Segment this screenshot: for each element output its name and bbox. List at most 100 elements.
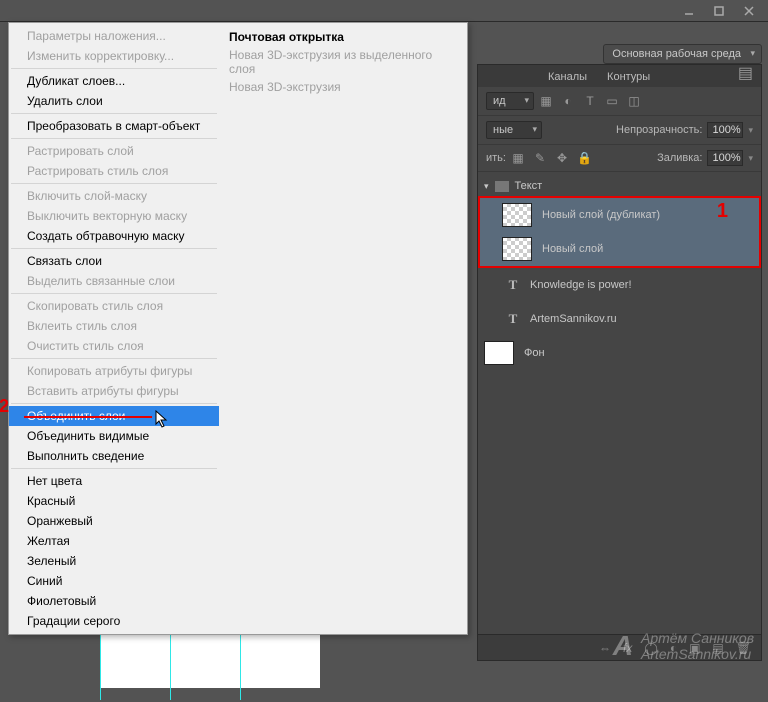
- layer-thumbnail: [502, 237, 532, 261]
- chevron-down-icon[interactable]: ▾: [748, 125, 753, 136]
- layer-name: ArtemSannikov.ru: [530, 313, 617, 325]
- panel-menu-icon[interactable]: ▤: [730, 59, 761, 87]
- context-menu-submenu: Почтовая открытка Новая 3D-экструзия из …: [219, 23, 467, 634]
- filter-adjustment-icon[interactable]: ◐: [561, 94, 575, 108]
- menu-item[interactable]: Дубликат слоев...: [9, 71, 219, 91]
- menu-item: Очистить стиль слоя: [9, 336, 219, 356]
- link-layers-icon[interactable]: ⇔: [599, 641, 611, 655]
- type-layer-icon: T: [506, 312, 520, 326]
- filter-smart-icon[interactable]: ◫: [627, 94, 641, 108]
- annotation-callout-1: 1: [717, 200, 728, 223]
- layer-name: Фон: [524, 347, 545, 359]
- menu-item[interactable]: Синий: [9, 571, 219, 591]
- blend-mode-select[interactable]: ные: [486, 121, 542, 139]
- filter-shape-icon[interactable]: ▭: [605, 94, 619, 108]
- menu-item: Растрировать стиль слоя: [9, 161, 219, 181]
- lock-label: ить:: [486, 152, 506, 164]
- folder-icon: [495, 181, 509, 192]
- watermark: A Артём Санников ArtemSannikov.ru: [613, 631, 754, 662]
- type-layer-icon: T: [506, 278, 520, 292]
- menu-item: Параметры наложения...: [9, 26, 219, 46]
- menu-item[interactable]: Фиолетовый: [9, 591, 219, 611]
- blend-opacity-row: ные Непрозрачность: 100% ▾: [478, 116, 761, 145]
- menu-item: Растрировать слой: [9, 141, 219, 161]
- menu-item[interactable]: Красный: [9, 491, 219, 511]
- annotation-callout-2: 2: [0, 396, 9, 417]
- lock-icons: ▦ ✎ ✥ 🔒: [511, 151, 591, 165]
- lock-all-icon[interactable]: 🔒: [577, 151, 591, 165]
- menu-separator: [11, 358, 217, 359]
- layer-group-header[interactable]: ▾ Текст: [478, 176, 761, 196]
- menu-item[interactable]: Градации серого: [9, 611, 219, 631]
- filter-type-icon[interactable]: T: [583, 94, 597, 108]
- guide-line: [240, 630, 241, 700]
- guide-line: [100, 630, 101, 700]
- layers-panel: Каналы Контуры ▤ ид ▦ ◐ T ▭ ◫ ные Непроз…: [477, 64, 762, 661]
- menu-item: Выключить векторную маску: [9, 206, 219, 226]
- menu-item[interactable]: Удалить слои: [9, 91, 219, 111]
- annotation-underline: [24, 416, 152, 418]
- tab-channels[interactable]: Каналы: [538, 67, 597, 87]
- layer-thumbnail: [502, 203, 532, 227]
- menu-separator: [11, 68, 217, 69]
- close-button[interactable]: [734, 2, 764, 20]
- layer-name: Новый слой (дубликат): [542, 209, 660, 221]
- disclosure-triangle-icon[interactable]: ▾: [484, 181, 489, 192]
- menu-item[interactable]: Зеленый: [9, 551, 219, 571]
- menu-item[interactable]: Преобразовать в смарт-объект: [9, 116, 219, 136]
- fill-input[interactable]: 100%: [707, 150, 743, 166]
- layer-thumbnail: [484, 341, 514, 365]
- opacity-label: Непрозрачность:: [616, 124, 702, 136]
- layer-kind-select[interactable]: ид: [486, 92, 534, 110]
- submenu-item: Новая 3D-экструзия из выделенного слоя: [227, 46, 459, 78]
- guide-line: [170, 630, 171, 700]
- menu-item[interactable]: Объединить видимые: [9, 426, 219, 446]
- menu-item[interactable]: Нет цвета: [9, 471, 219, 491]
- menu-item[interactable]: Создать обтравочную маску: [9, 226, 219, 246]
- lock-position-icon[interactable]: ✥: [555, 151, 569, 165]
- menu-item[interactable]: Оранжевый: [9, 511, 219, 531]
- layer-row[interactable]: T ArtemSannikov.ru: [478, 302, 761, 336]
- minimize-button[interactable]: [674, 2, 704, 20]
- layer-name: Knowledge is power!: [530, 279, 632, 291]
- layer-filter-row: ид ▦ ◐ T ▭ ◫: [478, 87, 761, 116]
- layer-row[interactable]: Новый слой: [480, 232, 759, 266]
- menu-item: Скопировать стиль слоя: [9, 296, 219, 316]
- menu-separator: [11, 138, 217, 139]
- menu-item: Копировать атрибуты фигуры: [9, 361, 219, 381]
- menu-item: Выделить связанные слои: [9, 271, 219, 291]
- cursor-icon: [155, 410, 171, 431]
- menu-item[interactable]: Выполнить сведение: [9, 446, 219, 466]
- watermark-name: Артём Санников: [641, 631, 754, 646]
- lock-paint-icon[interactable]: ✎: [533, 151, 547, 165]
- layer-name: Новый слой: [542, 243, 603, 255]
- menu-item[interactable]: Связать слои: [9, 251, 219, 271]
- lock-transparency-icon[interactable]: ▦: [511, 151, 525, 165]
- chevron-down-icon[interactable]: ▾: [748, 153, 753, 164]
- fill-label: Заливка:: [657, 152, 702, 164]
- canvas: [100, 632, 320, 688]
- submenu-item: Новая 3D-экструзия: [227, 78, 459, 96]
- lock-fill-row: ить: ▦ ✎ ✥ 🔒 Заливка: 100% ▾: [478, 145, 761, 172]
- watermark-logo: A: [613, 631, 633, 662]
- layer-row[interactable]: T Knowledge is power!: [478, 268, 761, 302]
- context-menu-column: Параметры наложения...Изменить корректир…: [9, 23, 219, 634]
- submenu-header[interactable]: Почтовая открытка: [227, 28, 459, 46]
- menu-separator: [11, 468, 217, 469]
- opacity-input[interactable]: 100%: [707, 122, 743, 138]
- menu-item: Изменить корректировку...: [9, 46, 219, 66]
- menu-item: Вклеить стиль слоя: [9, 316, 219, 336]
- background-layer[interactable]: Фон: [478, 336, 761, 370]
- filter-pixel-icon[interactable]: ▦: [539, 94, 553, 108]
- menu-item: Вставить атрибуты фигуры: [9, 381, 219, 401]
- filter-icons: ▦ ◐ T ▭ ◫: [539, 94, 641, 108]
- menu-item[interactable]: Желтая: [9, 531, 219, 551]
- panel-tab-strip: Каналы Контуры ▤: [478, 65, 761, 87]
- maximize-button[interactable]: [704, 2, 734, 20]
- menu-separator: [11, 183, 217, 184]
- layer-context-menu: Параметры наложения...Изменить корректир…: [8, 22, 468, 635]
- group-name: Текст: [515, 180, 543, 192]
- tab-paths[interactable]: Контуры: [597, 67, 660, 87]
- menu-separator: [11, 248, 217, 249]
- menu-separator: [11, 293, 217, 294]
